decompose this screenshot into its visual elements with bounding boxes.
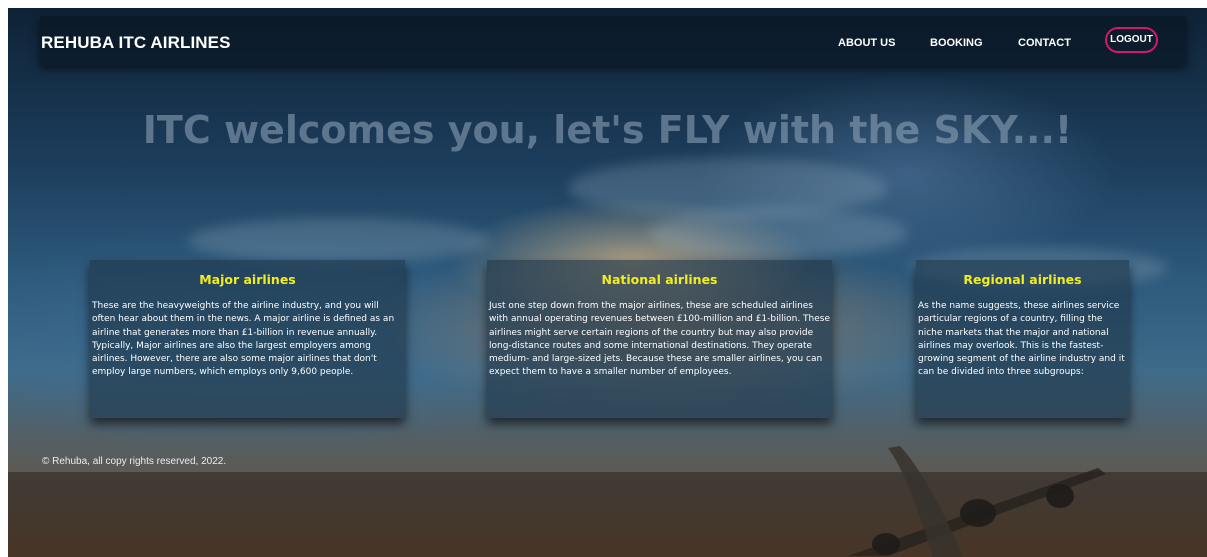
footer-copyright: © Rehuba, all copy rights reserved, 2022… (42, 456, 227, 467)
logout-button[interactable]: LOGOUT (1105, 27, 1158, 53)
page-background: REHUBA ITC AIRLINES ABOUT US BOOKING CON… (8, 8, 1207, 557)
card-body: As the name suggests, these airlines ser… (918, 301, 1125, 378)
hero-headline: ITC welcomes you, let's FLY with the SKY… (142, 108, 1073, 152)
card-body: These are the heavyweights of the airlin… (92, 301, 395, 378)
card-title: National airlines (601, 272, 718, 287)
nav-about-us[interactable]: ABOUT US (838, 37, 895, 49)
card-title: Regional airlines (963, 272, 1082, 287)
nav-booking[interactable]: BOOKING (930, 37, 983, 49)
cloud-decoration (648, 208, 908, 258)
brand-logo-text[interactable]: REHUBA ITC AIRLINES (41, 33, 231, 53)
card-national-airlines: National airlines Just one step down fro… (487, 260, 832, 418)
card-title: Major airlines (199, 272, 296, 287)
cloud-decoration (188, 218, 488, 263)
top-navbar: REHUBA ITC AIRLINES ABOUT US BOOKING CON… (40, 16, 1186, 66)
card-major-airlines: Major airlines These are the heavyweight… (90, 260, 405, 418)
airplane-image (848, 446, 1106, 557)
card-body: Just one step down from the major airlin… (489, 301, 831, 378)
nav-contact[interactable]: CONTACT (1018, 37, 1071, 49)
card-regional-airlines: Regional airlines As the name suggests, … (916, 260, 1129, 418)
